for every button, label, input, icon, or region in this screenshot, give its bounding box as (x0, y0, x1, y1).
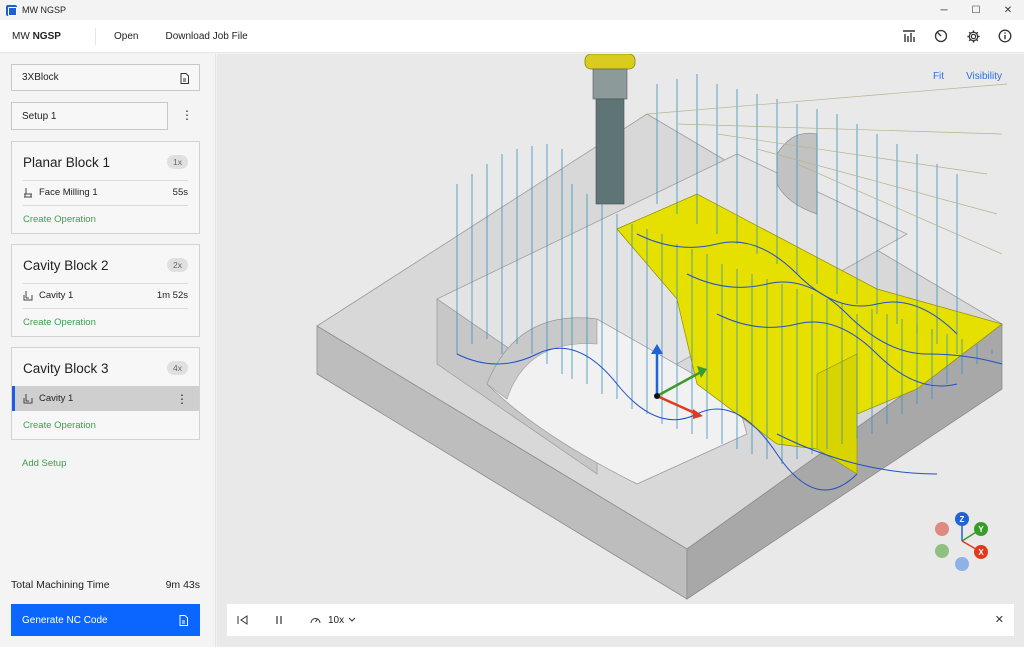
app-brand: MW NGSP (0, 27, 96, 45)
neg-y-handle (935, 544, 949, 558)
total-value: 9m 43s (165, 579, 200, 591)
settings-icon[interactable] (964, 27, 982, 45)
history-icon[interactable] (932, 27, 950, 45)
cavity-icon (23, 290, 33, 300)
machining-scene (316, 54, 1008, 600)
window-titlebar: MW NGSP ─ ☐ ✕ (0, 0, 1024, 20)
chevron-down-icon (348, 617, 356, 622)
3d-viewport[interactable]: Fit Visibility Z Y X 10x ✕ (217, 54, 1024, 647)
export-icon (179, 615, 188, 629)
window-controls: ─ ☐ ✕ (928, 0, 1024, 20)
operation-name: Face Milling 1 (39, 187, 98, 198)
tool-holder (584, 54, 636, 70)
cavity-icon (23, 393, 33, 403)
create-operation-link[interactable]: Create Operation (23, 214, 96, 225)
neg-x-handle (935, 522, 949, 536)
planar-block-card[interactable]: Planar Block 1 1x Face Milling 1 55s Cre… (11, 141, 200, 234)
generate-nc-code-button[interactable]: Generate NC Code (11, 604, 200, 636)
operation-time: 1m 52s (156, 290, 188, 301)
neg-z-handle (955, 557, 969, 571)
window-title: MW NGSP (22, 5, 66, 15)
face-mill-icon (24, 187, 32, 197)
menubar: MW NGSP Open Download Job File (0, 20, 1024, 53)
setup-selector[interactable]: Setup 1 (11, 102, 168, 130)
operation-name: Cavity 1 (39, 393, 74, 404)
operation-menu-button[interactable]: ⋮ (176, 392, 188, 406)
z-label: Z (960, 515, 965, 524)
block-count-badge: 2x (167, 258, 188, 272)
add-setup-link[interactable]: Add Setup (22, 458, 66, 469)
brand-prefix: MW (12, 30, 30, 42)
viewport-actions: Fit Visibility (933, 71, 1002, 82)
speed-icon (310, 615, 321, 625)
brand-name: NGSP (32, 30, 61, 42)
operation-row[interactable]: Face Milling 1 55s (12, 180, 199, 205)
cavity-block-3-card[interactable]: Cavity Block 3 4x Cavity 1 ⋮ Create Oper… (11, 347, 200, 440)
operation-time: 55s (172, 187, 188, 198)
download-job-file-menu-item[interactable]: Download Job File (165, 31, 247, 42)
pause-icon[interactable] (275, 615, 283, 625)
speed-selector[interactable]: 10x (328, 615, 356, 626)
open-menu-item[interactable]: Open (114, 31, 138, 42)
app-icon (6, 4, 17, 16)
stats-icon[interactable] (900, 27, 918, 45)
menubar-icons (900, 27, 1014, 45)
maximize-button[interactable]: ☐ (960, 0, 992, 20)
operation-row[interactable]: Cavity 1 1m 52s (12, 283, 199, 308)
divider (23, 205, 188, 206)
sidebar: 3XBlock Setup 1 ⋮ Planar Block 1 1x Face… (0, 54, 216, 647)
tool-collar (592, 68, 628, 100)
divider (23, 308, 188, 309)
end-mill-tool (595, 98, 625, 205)
total-machining-time: Total Machining Time 9m 43s (11, 579, 200, 591)
y-label: Y (978, 525, 984, 534)
cavity-block-2-card[interactable]: Cavity Block 2 2x Cavity 1 1m 52s Create… (11, 244, 200, 337)
block-title: Cavity Block 2 (23, 258, 109, 273)
close-playback-button[interactable]: ✕ (995, 613, 1004, 626)
generate-label: Generate NC Code (22, 614, 108, 626)
setup-menu-button[interactable]: ⋮ (181, 108, 193, 122)
create-operation-link[interactable]: Create Operation (23, 420, 96, 431)
block-count-badge: 1x (167, 155, 188, 169)
create-operation-link[interactable]: Create Operation (23, 317, 96, 328)
operation-name: Cavity 1 (39, 290, 74, 301)
speed-value: 10x (328, 614, 345, 626)
close-window-button[interactable]: ✕ (992, 0, 1024, 20)
block-count-badge: 4x (167, 361, 188, 375)
document-icon[interactable] (180, 73, 189, 87)
fit-button[interactable]: Fit (933, 71, 944, 82)
minimize-button[interactable]: ─ (928, 0, 960, 20)
block-title: Cavity Block 3 (23, 361, 109, 376)
rewind-icon[interactable] (237, 615, 248, 625)
visibility-button[interactable]: Visibility (966, 71, 1002, 82)
job-name: 3XBlock (22, 72, 59, 83)
job-name-field[interactable]: 3XBlock (11, 64, 200, 91)
x-label: X (978, 548, 984, 557)
total-label: Total Machining Time (11, 579, 110, 591)
block-title: Planar Block 1 (23, 155, 111, 170)
view-cube-gizmo[interactable]: Z Y X (927, 509, 997, 574)
operation-row-selected[interactable]: Cavity 1 ⋮ (12, 386, 199, 411)
playback-bar: 10x ✕ (227, 604, 1014, 636)
info-icon[interactable] (996, 27, 1014, 45)
setup-name: Setup 1 (22, 110, 57, 122)
